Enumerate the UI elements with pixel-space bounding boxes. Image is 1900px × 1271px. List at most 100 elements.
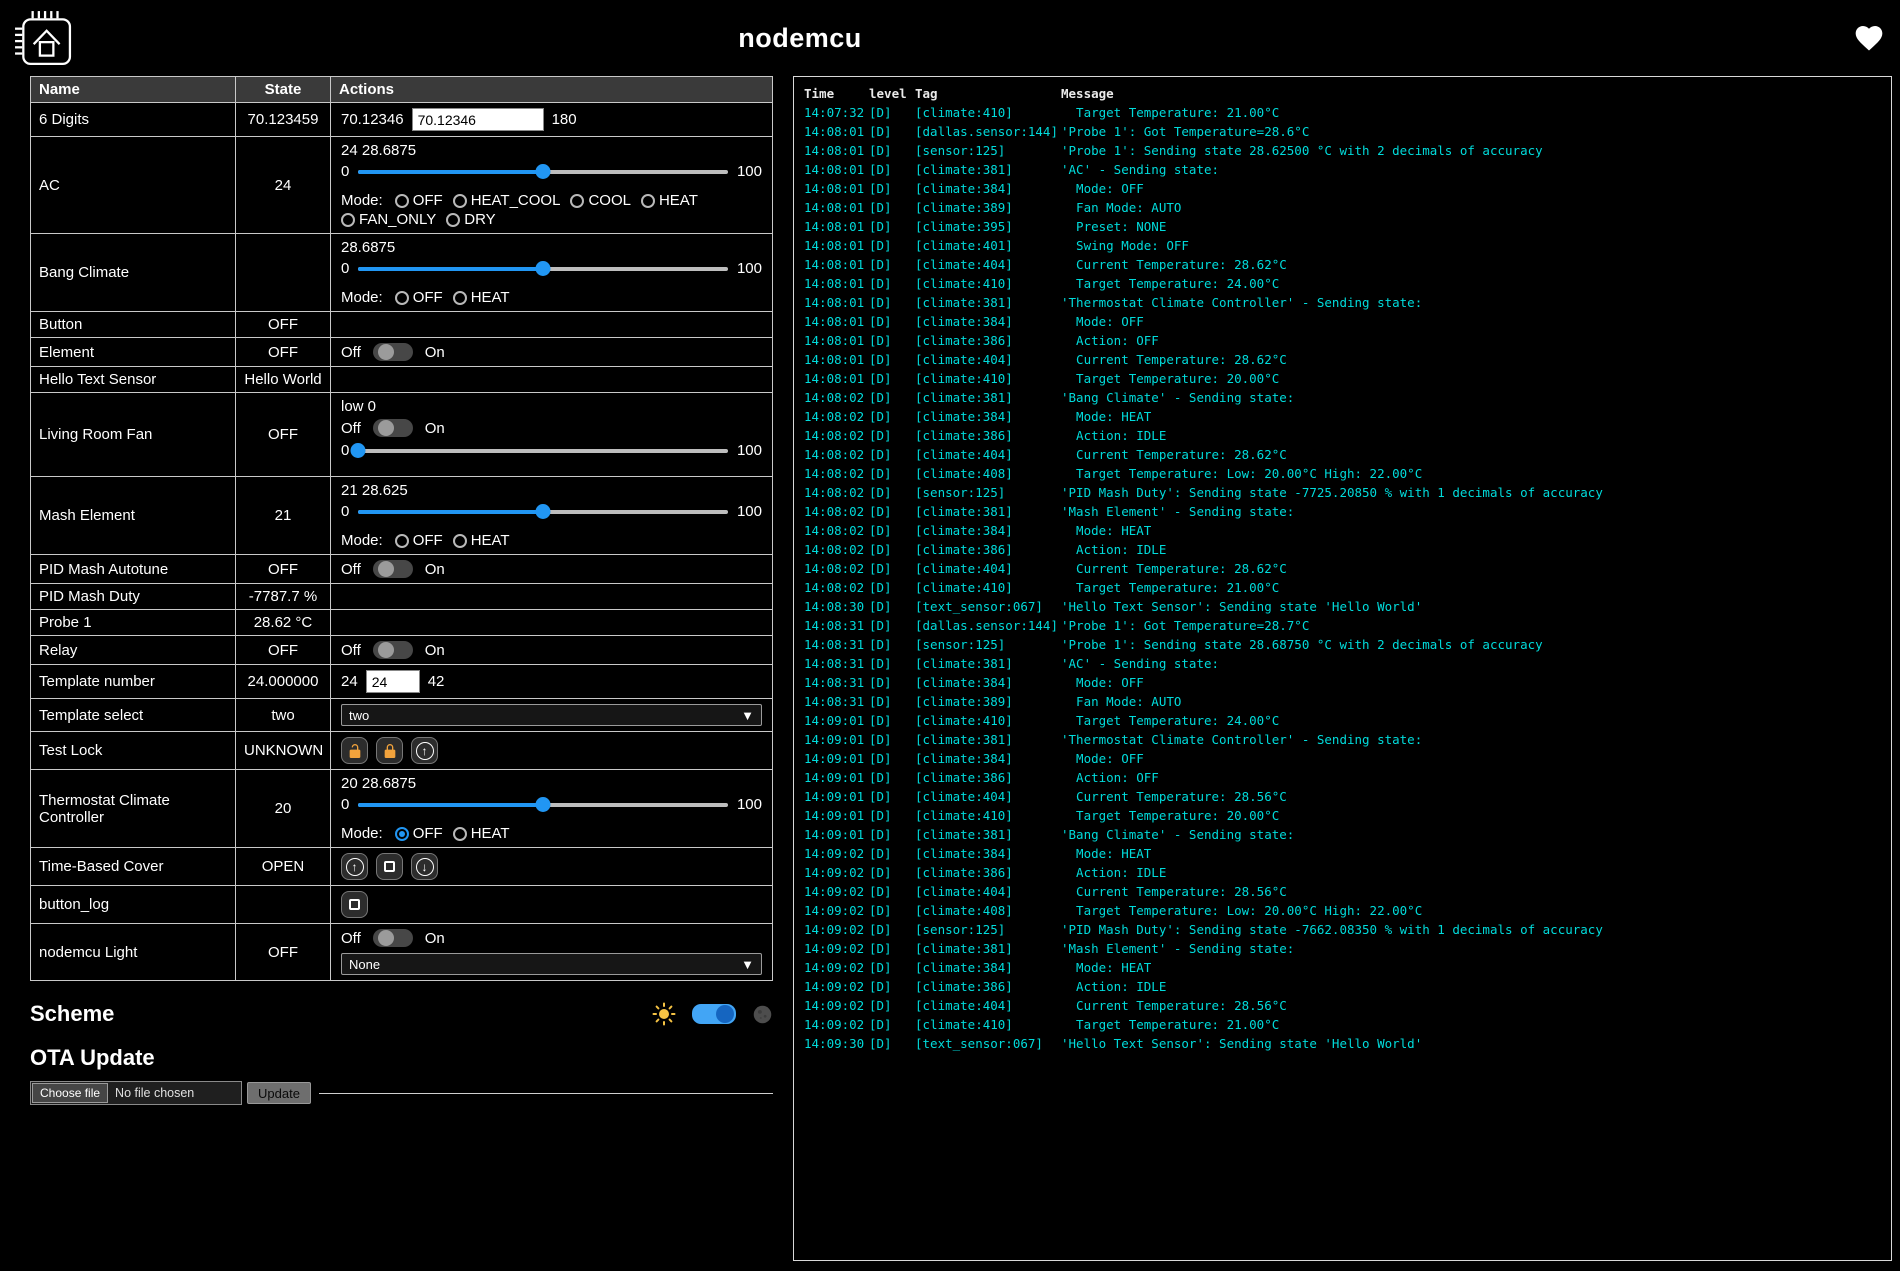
number-input[interactable] (412, 108, 544, 131)
arrow-up-icon: ↑ (346, 858, 364, 876)
mode-radio-heat[interactable]: HEAT (453, 825, 510, 842)
select-dropdown[interactable]: two ▼ (341, 704, 762, 726)
log-entry-message: Mode: HEAT (1061, 407, 1881, 426)
slider-knob[interactable] (536, 797, 551, 812)
log-entry-level: [D] (869, 920, 915, 939)
table-row: Relay OFF Off On (31, 636, 773, 665)
climate-action: 21 28.625 0 100 Mode: OFF HEAT (341, 482, 762, 549)
slider-knob[interactable] (536, 164, 551, 179)
toggle-switch[interactable] (373, 343, 413, 361)
entity-actions: two ▼ (331, 699, 773, 732)
mode-row: Mode: OFF HEAT (341, 825, 762, 842)
entity-state: 21 (236, 477, 331, 555)
log-entry-tag: [climate:386] (915, 768, 1061, 787)
log-entry-message: Current Temperature: 28.62°C (1061, 445, 1881, 464)
log-entry-tag: [climate:410] (915, 711, 1061, 730)
log-entry-time: 14:09:02 (804, 1015, 869, 1034)
log-entry: 14:09:30 [D] [text_sensor:067] 'Hello Te… (804, 1034, 1881, 1053)
log-entry: 14:08:31 [D] [climate:381] 'AC' - Sendin… (804, 654, 1881, 673)
stop-button[interactable] (376, 853, 403, 880)
mode-radio-off[interactable]: OFF (395, 289, 443, 306)
select-dropdown[interactable]: None ▼ (341, 953, 762, 975)
log-entry-time: 14:08:02 (804, 502, 869, 521)
slider[interactable] (358, 504, 728, 519)
log-entry-time: 14:09:01 (804, 711, 869, 730)
arrow-down-button[interactable]: ↓ (411, 853, 438, 880)
toggle-switch[interactable] (373, 641, 413, 659)
mode-radio-heat_cool[interactable]: HEAT_COOL (453, 192, 561, 209)
log-entry: 14:09:01 [D] [climate:410] Target Temper… (804, 806, 1881, 825)
log-entry: 14:08:01 [D] [dallas.sensor:144] 'Probe … (804, 122, 1881, 141)
heart-icon[interactable] (1852, 22, 1886, 54)
log-entry-level: [D] (869, 198, 915, 217)
toggle-switch[interactable] (373, 929, 413, 947)
table-row: Living Room Fan OFF low 0 Off On 0 100 (31, 393, 773, 477)
slider-knob[interactable] (536, 504, 551, 519)
slider-min-label: 0 (341, 163, 349, 180)
entity-state (236, 234, 331, 312)
log-entry-time: 14:08:02 (804, 540, 869, 559)
log-entry-message: Current Temperature: 28.62°C (1061, 255, 1881, 274)
slider-knob[interactable] (351, 443, 366, 458)
unlock-button[interactable] (341, 737, 368, 764)
arrow-up-button[interactable]: ↑ (341, 853, 368, 880)
slider-max-label: 100 (737, 503, 762, 520)
log-entry-message: 'Thermostat Climate Controller' - Sendin… (1061, 730, 1881, 749)
slider-knob[interactable] (536, 261, 551, 276)
entity-name: 6 Digits (31, 103, 236, 137)
entity-name: PID Mash Duty (31, 584, 236, 610)
log-entry-level: [D] (869, 1015, 915, 1034)
scheme-toggle[interactable] (692, 1004, 736, 1024)
mode-radio-cool[interactable]: COOL (570, 192, 631, 209)
table-row: Element OFF Off On (31, 338, 773, 367)
file-input[interactable]: Choose file No file chosen (30, 1081, 242, 1105)
slider-row: 0 100 (341, 260, 762, 277)
slider[interactable] (358, 797, 728, 812)
mode-radio-dry[interactable]: DRY (446, 211, 495, 228)
mode-radio-fan_only[interactable]: FAN_ONLY (341, 211, 436, 228)
mode-radio-off[interactable]: OFF (395, 192, 443, 209)
log-entry-level: [D] (869, 350, 915, 369)
slider[interactable] (358, 261, 728, 276)
slider[interactable] (358, 164, 728, 179)
log-entry: 14:09:02 [D] [climate:384] Mode: HEAT (804, 844, 1881, 863)
log-entry-time: 14:08:31 (804, 654, 869, 673)
log-entry-tag: [climate:404] (915, 882, 1061, 901)
mode-radio-heat[interactable]: HEAT (641, 192, 698, 209)
log-entry-tag: [climate:384] (915, 844, 1061, 863)
log-entry-message: Target Temperature: Low: 20.00°C High: 2… (1061, 901, 1881, 920)
toggle-switch[interactable] (373, 560, 413, 578)
scheme-section: Scheme (30, 1001, 773, 1027)
log-entry-tag: [climate:410] (915, 369, 1061, 388)
entity-state: OFF (236, 555, 331, 584)
mode-radio-off[interactable]: OFF (395, 532, 443, 549)
log-entry-tag: [climate:386] (915, 863, 1061, 882)
log-entry-level: [D] (869, 692, 915, 711)
lock-button[interactable] (376, 737, 403, 764)
on-label: On (425, 420, 445, 437)
log-entry-level: [D] (869, 426, 915, 445)
fan-speed-label: low 0 (341, 398, 762, 415)
mode-radio-off[interactable]: OFF (395, 825, 443, 842)
stop-button[interactable] (341, 891, 368, 918)
choose-file-button[interactable]: Choose file (32, 1083, 108, 1103)
toggle-switch[interactable] (373, 419, 413, 437)
update-button[interactable]: Update (247, 1082, 311, 1104)
log-panel[interactable]: Time level Tag Message 14:07:32 [D] [cli… (793, 76, 1892, 1261)
log-entry: 14:07:32 [D] [climate:410] Target Temper… (804, 103, 1881, 122)
log-entry: 14:08:02 [D] [sensor:125] 'PID Mash Duty… (804, 483, 1881, 502)
entity-name: Test Lock (31, 732, 236, 770)
log-entry: 14:09:02 [D] [sensor:125] 'PID Mash Duty… (804, 920, 1881, 939)
log-entry-time: 14:09:01 (804, 768, 869, 787)
mode-row: Mode: OFF HEAT (341, 289, 762, 306)
log-entry-tag: [climate:384] (915, 407, 1061, 426)
arrow-up-button[interactable]: ↑ (411, 737, 438, 764)
slider[interactable] (358, 443, 728, 458)
mode-radio-heat[interactable]: HEAT (453, 289, 510, 306)
log-entry-level: [D] (869, 540, 915, 559)
off-label: Off (341, 642, 361, 659)
log-entry-message: 'AC' - Sending state: (1061, 160, 1881, 179)
mode-radio-heat[interactable]: HEAT (453, 532, 510, 549)
number-input[interactable] (366, 670, 420, 693)
table-row: Probe 1 28.62 °C (31, 610, 773, 636)
